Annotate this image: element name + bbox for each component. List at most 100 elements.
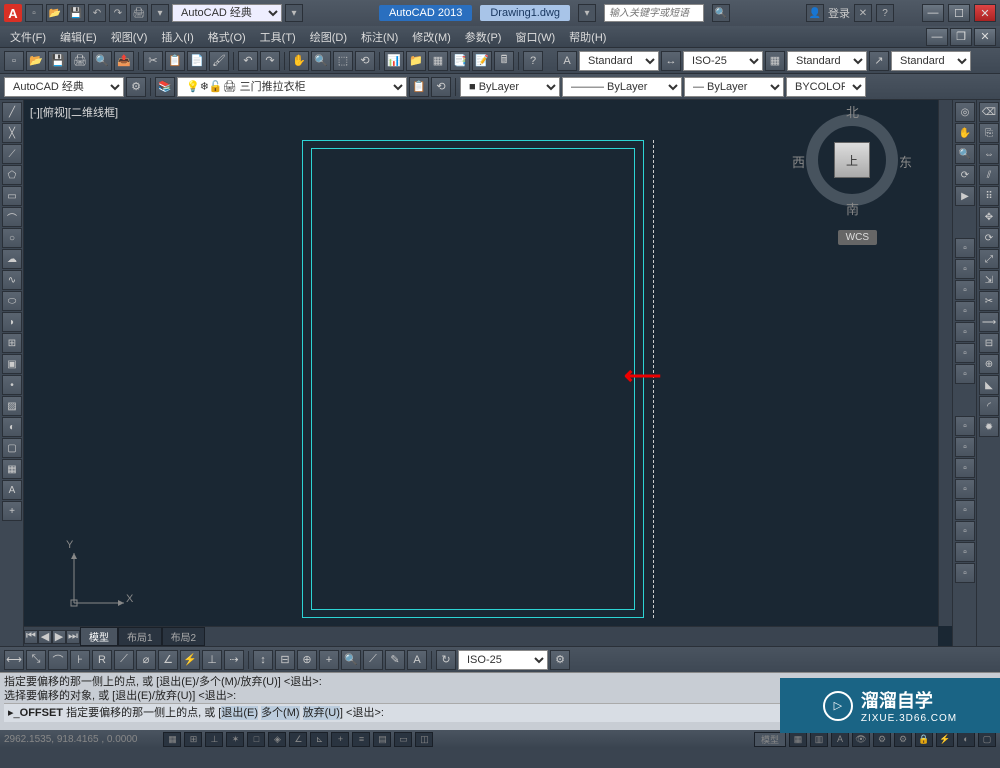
menu-edit[interactable]: 编辑(E) [54, 27, 103, 47]
undo-icon[interactable]: ↶ [88, 4, 106, 22]
tolerance-icon[interactable]: ⊕ [297, 650, 317, 670]
tab-prev-icon[interactable]: ◀ [38, 630, 52, 644]
dim-quick-icon[interactable]: ⚡ [180, 650, 200, 670]
grid-toggle[interactable]: ⊞ [184, 732, 202, 747]
nav-tool-10[interactable]: ▫ [955, 458, 975, 478]
isolate-icon[interactable]: ◐ [957, 732, 975, 747]
menu-tools[interactable]: 工具(T) [254, 27, 302, 47]
move-tool[interactable]: ✥ [979, 207, 999, 227]
plotcolor-select[interactable]: BYCOLOR [786, 77, 866, 97]
rotate-tool[interactable]: ⟳ [979, 228, 999, 248]
wcs-badge[interactable]: WCS [838, 230, 877, 245]
dim-ordinate-icon[interactable]: ⊦ [70, 650, 90, 670]
nav-tool-7[interactable]: ▫ [955, 364, 975, 384]
dimtedit-icon[interactable]: A [407, 650, 427, 670]
join-tool[interactable]: ⊕ [979, 354, 999, 374]
erase-tool[interactable]: ⌫ [979, 102, 999, 122]
menu-view[interactable]: 视图(V) [105, 27, 154, 47]
lwt-toggle[interactable]: ≡ [352, 732, 370, 747]
tab-last-icon[interactable]: ⏭ [66, 630, 80, 644]
fullnav-wheel-icon[interactable]: ◎ [955, 102, 975, 122]
command-option-undo[interactable]: 放弃(U) [303, 706, 340, 720]
menu-help[interactable]: 帮助(H) [563, 27, 612, 47]
nav-tool-3[interactable]: ▫ [955, 280, 975, 300]
open-icon[interactable]: 📂 [46, 4, 64, 22]
dim-continue-icon[interactable]: ⇢ [224, 650, 244, 670]
nav-tool-15[interactable]: ▫ [955, 563, 975, 583]
orbit-icon[interactable]: ⟳ [955, 165, 975, 185]
point-tool[interactable]: • [2, 375, 22, 395]
color-select[interactable]: ■ ByLayer [460, 77, 560, 97]
ducs-toggle[interactable]: ⊾ [310, 732, 328, 747]
properties-button[interactable]: 📊 [384, 51, 404, 71]
polygon-tool[interactable]: ⬠ [2, 165, 22, 185]
lineweight-select[interactable]: — ByLayer [684, 77, 784, 97]
dimstyle-icon[interactable]: ↔ [661, 51, 681, 71]
doc-minimize-button[interactable]: — [926, 28, 948, 46]
save-icon[interactable]: 💾 [67, 4, 85, 22]
nav-tool-1[interactable]: ▫ [955, 238, 975, 258]
mleaderstyle-select[interactable]: Standard [891, 51, 971, 71]
nav-tool-8[interactable]: ▫ [955, 416, 975, 436]
dim-arc-icon[interactable]: ⌒ [48, 650, 68, 670]
zoom-window-button[interactable]: ⬚ [333, 51, 353, 71]
layer-prev-icon[interactable]: ⟲ [431, 77, 451, 97]
menu-parametric[interactable]: 参数(P) [459, 27, 508, 47]
sc-toggle[interactable]: ◫ [415, 732, 433, 747]
annoauto-toggle[interactable]: ⚙ [873, 732, 891, 747]
cleanscreen-icon[interactable]: ▢ [978, 732, 996, 747]
redo-button[interactable]: ↷ [260, 51, 280, 71]
trim-tool[interactable]: ✂ [979, 291, 999, 311]
menu-dimension[interactable]: 标注(N) [355, 27, 404, 47]
block-tool[interactable]: ▣ [2, 354, 22, 374]
fillet-tool[interactable]: ◜ [979, 396, 999, 416]
table-tool[interactable]: ▦ [2, 459, 22, 479]
menu-window[interactable]: 窗口(W) [509, 27, 561, 47]
pan-icon[interactable]: ✋ [955, 123, 975, 143]
hatch-tool[interactable]: ▨ [2, 396, 22, 416]
sheetset-button[interactable]: 📑 [450, 51, 470, 71]
hardware-accel-icon[interactable]: ⚡ [936, 732, 954, 747]
tab-model[interactable]: 模型 [80, 627, 118, 646]
nav-tool-11[interactable]: ▫ [955, 479, 975, 499]
cut-button[interactable]: ✂ [143, 51, 163, 71]
help-icon[interactable]: ? [876, 4, 894, 22]
copy-button[interactable]: 📋 [165, 51, 185, 71]
layer-manager-icon[interactable]: 📚 [155, 77, 175, 97]
doc-restore-button[interactable]: ❐ [950, 28, 972, 46]
qat-dropdown-icon[interactable]: ▾ [285, 4, 303, 22]
tab-first-icon[interactable]: ⏮ [24, 630, 38, 644]
dim-break-icon[interactable]: ⊟ [275, 650, 295, 670]
paste-button[interactable]: 📄 [187, 51, 207, 71]
arc-tool[interactable]: ⌒ [2, 207, 22, 227]
nav-tool-12[interactable]: ▫ [955, 500, 975, 520]
vertical-scrollbar[interactable] [938, 100, 952, 626]
nav-tool-9[interactable]: ▫ [955, 437, 975, 457]
coordinates-display[interactable]: 2962.1535, 918.4165 , 0.0000 [4, 734, 137, 745]
zoom-prev-button[interactable]: ⟲ [355, 51, 375, 71]
new-button[interactable]: ▫ [4, 51, 24, 71]
dim-space-icon[interactable]: ↕ [253, 650, 273, 670]
designcenter-button[interactable]: 📁 [406, 51, 426, 71]
pan-button[interactable]: ✋ [289, 51, 309, 71]
signin-icon[interactable]: 👤 [806, 4, 824, 22]
showmotion-icon[interactable]: ▶ [955, 186, 975, 206]
nav-tool-4[interactable]: ▫ [955, 301, 975, 321]
print-icon[interactable]: 🖨 [130, 4, 148, 22]
centermark-icon[interactable]: + [319, 650, 339, 670]
menu-draw[interactable]: 绘图(D) [304, 27, 353, 47]
mtext-tool[interactable]: A [2, 480, 22, 500]
ortho-toggle[interactable]: ⊥ [205, 732, 223, 747]
dimstyle-select[interactable]: ISO-25 [683, 51, 763, 71]
menu-file[interactable]: 文件(F) [4, 27, 52, 47]
ws-switch-icon[interactable]: ⚙ [894, 732, 912, 747]
quickview-drawings-icon[interactable]: ▥ [810, 732, 828, 747]
osnap-toggle[interactable]: □ [247, 732, 265, 747]
pline-tool[interactable]: ⟋ [2, 144, 22, 164]
layer-select[interactable]: 💡❄🔓🖨 三门推拉衣柜 [177, 77, 407, 97]
zoom-button[interactable]: 🔍 [311, 51, 331, 71]
tab-layout2[interactable]: 布局2 [162, 627, 206, 646]
mleaderstyle-icon[interactable]: ↗ [869, 51, 889, 71]
revcloud-tool[interactable]: ☁ [2, 249, 22, 269]
mirror-tool[interactable]: ⇔ [979, 144, 999, 164]
